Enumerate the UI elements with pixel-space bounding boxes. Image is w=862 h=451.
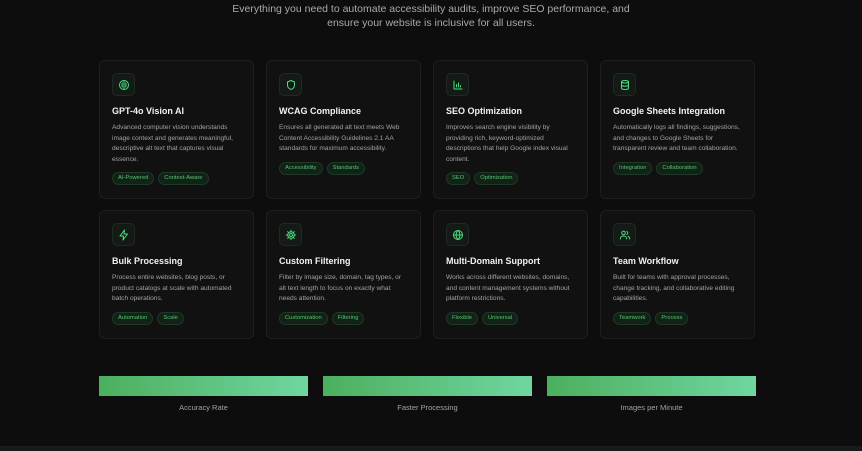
section-subtitle: Everything you need to automate accessib… (0, 2, 862, 30)
feature-title: WCAG Compliance (279, 106, 362, 116)
feature-tag: Accessibility (279, 161, 323, 175)
feature-tag: Automation (112, 311, 154, 325)
section-divider (0, 446, 862, 451)
feature-tags: Accessibility Standards (279, 161, 408, 175)
feature-card-wcag-compliance: WCAG Compliance Ensures all generated al… (266, 60, 421, 199)
feature-description: Built for teams with approval processes,… (613, 274, 735, 303)
feature-description: Automatically logs all findings, suggest… (613, 124, 740, 153)
stat-label: Faster Processing (397, 403, 458, 412)
feature-tag: Customization (279, 311, 328, 325)
feature-tags: Customization Filtering (279, 311, 408, 325)
feature-title: Custom Filtering (279, 256, 351, 266)
lightning-icon (112, 223, 135, 246)
stat-bar (99, 376, 308, 396)
feature-tag: Integration (613, 161, 653, 175)
feature-tag: Context-Aware (158, 172, 209, 186)
feature-tag: Filtering (331, 311, 365, 325)
subtitle-line-2: ensure your website is inclusive for all… (327, 17, 535, 29)
feature-description: Ensures all generated alt text meets Web… (279, 124, 400, 153)
feature-tag: Optimization (474, 172, 519, 186)
feature-card-custom-filtering: Custom Filtering Filter by image size, d… (266, 210, 421, 339)
feature-description: Advanced computer vision understands ima… (112, 124, 233, 163)
stat-label: Accuracy Rate (179, 403, 228, 412)
users-icon (613, 223, 636, 246)
brain-icon (112, 73, 135, 96)
features-grid: GPT-4o Vision AI Advanced computer visio… (99, 60, 755, 339)
feature-card-google-sheets: Google Sheets Integration Automatically … (600, 60, 755, 199)
feature-tag: AI-Powered (112, 172, 155, 186)
feature-tags: Automation Scale (112, 311, 241, 325)
feature-tag: Scale (157, 311, 184, 325)
feature-title: Multi-Domain Support (446, 256, 540, 266)
stat-faster-processing: Faster Processing (323, 376, 532, 412)
feature-title: Team Workflow (613, 256, 679, 266)
feature-tags: Integration Collaboration (613, 161, 742, 175)
feature-title: Bulk Processing (112, 256, 183, 266)
feature-tag: Flexible (446, 311, 478, 325)
stats-row: Accuracy Rate Faster Processing Images p… (99, 376, 756, 412)
stat-images-per-minute: Images per Minute (547, 376, 756, 412)
bar-chart-icon (446, 73, 469, 96)
gear-icon (279, 223, 302, 246)
stat-bar (547, 376, 756, 396)
feature-description: Process entire websites, blog posts, or … (112, 274, 232, 303)
feature-card-multi-domain: Multi-Domain Support Works across differ… (433, 210, 588, 339)
feature-tag: Teamwork (613, 311, 652, 325)
feature-title: SEO Optimization (446, 106, 523, 116)
feature-tags: Teamwork Process (613, 311, 742, 325)
feature-tags: AI-Powered Context-Aware (112, 172, 241, 186)
feature-card-seo-optimization: SEO Optimization Improves search engine … (433, 60, 588, 199)
stat-label: Images per Minute (620, 403, 683, 412)
feature-tag: Universal (481, 311, 519, 325)
feature-title: Google Sheets Integration (613, 106, 726, 116)
feature-description: Filter by image size, domain, tag types,… (279, 274, 402, 303)
feature-tag: Standards (326, 161, 366, 175)
shield-icon (279, 73, 302, 96)
feature-card-team-workflow: Team Workflow Built for teams with appro… (600, 210, 755, 339)
feature-card-bulk-processing: Bulk Processing Process entire websites,… (99, 210, 254, 339)
feature-card-gpt4o-vision: GPT-4o Vision AI Advanced computer visio… (99, 60, 254, 199)
feature-tags: SEO Optimization (446, 172, 575, 186)
subtitle-line-1: Everything you need to automate accessib… (232, 3, 630, 15)
stat-bar (323, 376, 532, 396)
feature-tags: Flexible Universal (446, 311, 575, 325)
feature-tag: SEO (446, 172, 471, 186)
feature-tag: Collaboration (656, 161, 703, 175)
feature-tag: Process (655, 311, 689, 325)
database-icon (613, 73, 636, 96)
feature-description: Improves search engine visibility by pro… (446, 124, 568, 163)
stat-accuracy-rate: Accuracy Rate (99, 376, 308, 412)
feature-description: Works across different websites, domains… (446, 274, 570, 303)
feature-title: GPT-4o Vision AI (112, 106, 185, 116)
globe-icon (446, 223, 469, 246)
